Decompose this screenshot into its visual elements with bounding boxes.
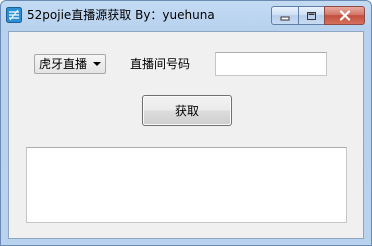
minimize-button[interactable] xyxy=(271,6,298,25)
title-bar[interactable]: 52pojie直播源获取 By：yuehuna xyxy=(1,1,371,31)
maximize-icon xyxy=(306,6,317,25)
app-window: 52pojie直播源获取 By：yuehuna 虎牙直播 直播间号码 获取 xyxy=(0,0,372,246)
close-button[interactable] xyxy=(324,6,365,25)
client-area: 虎牙直播 直播间号码 获取 xyxy=(8,31,364,239)
fetch-button[interactable]: 获取 xyxy=(142,95,232,126)
caption-buttons xyxy=(271,6,365,25)
chevron-down-icon xyxy=(93,62,101,66)
platform-select-value: 虎牙直播 xyxy=(39,57,88,71)
window-title: 52pojie直播源获取 By：yuehuna xyxy=(27,8,215,22)
minimize-icon xyxy=(280,6,291,25)
output-textarea[interactable] xyxy=(26,147,347,223)
close-icon xyxy=(339,6,351,25)
app-icon xyxy=(6,7,22,23)
room-number-input[interactable] xyxy=(215,52,327,76)
platform-select[interactable]: 虎牙直播 xyxy=(34,54,106,74)
maximize-button[interactable] xyxy=(298,6,324,25)
room-number-label: 直播间号码 xyxy=(130,57,191,71)
